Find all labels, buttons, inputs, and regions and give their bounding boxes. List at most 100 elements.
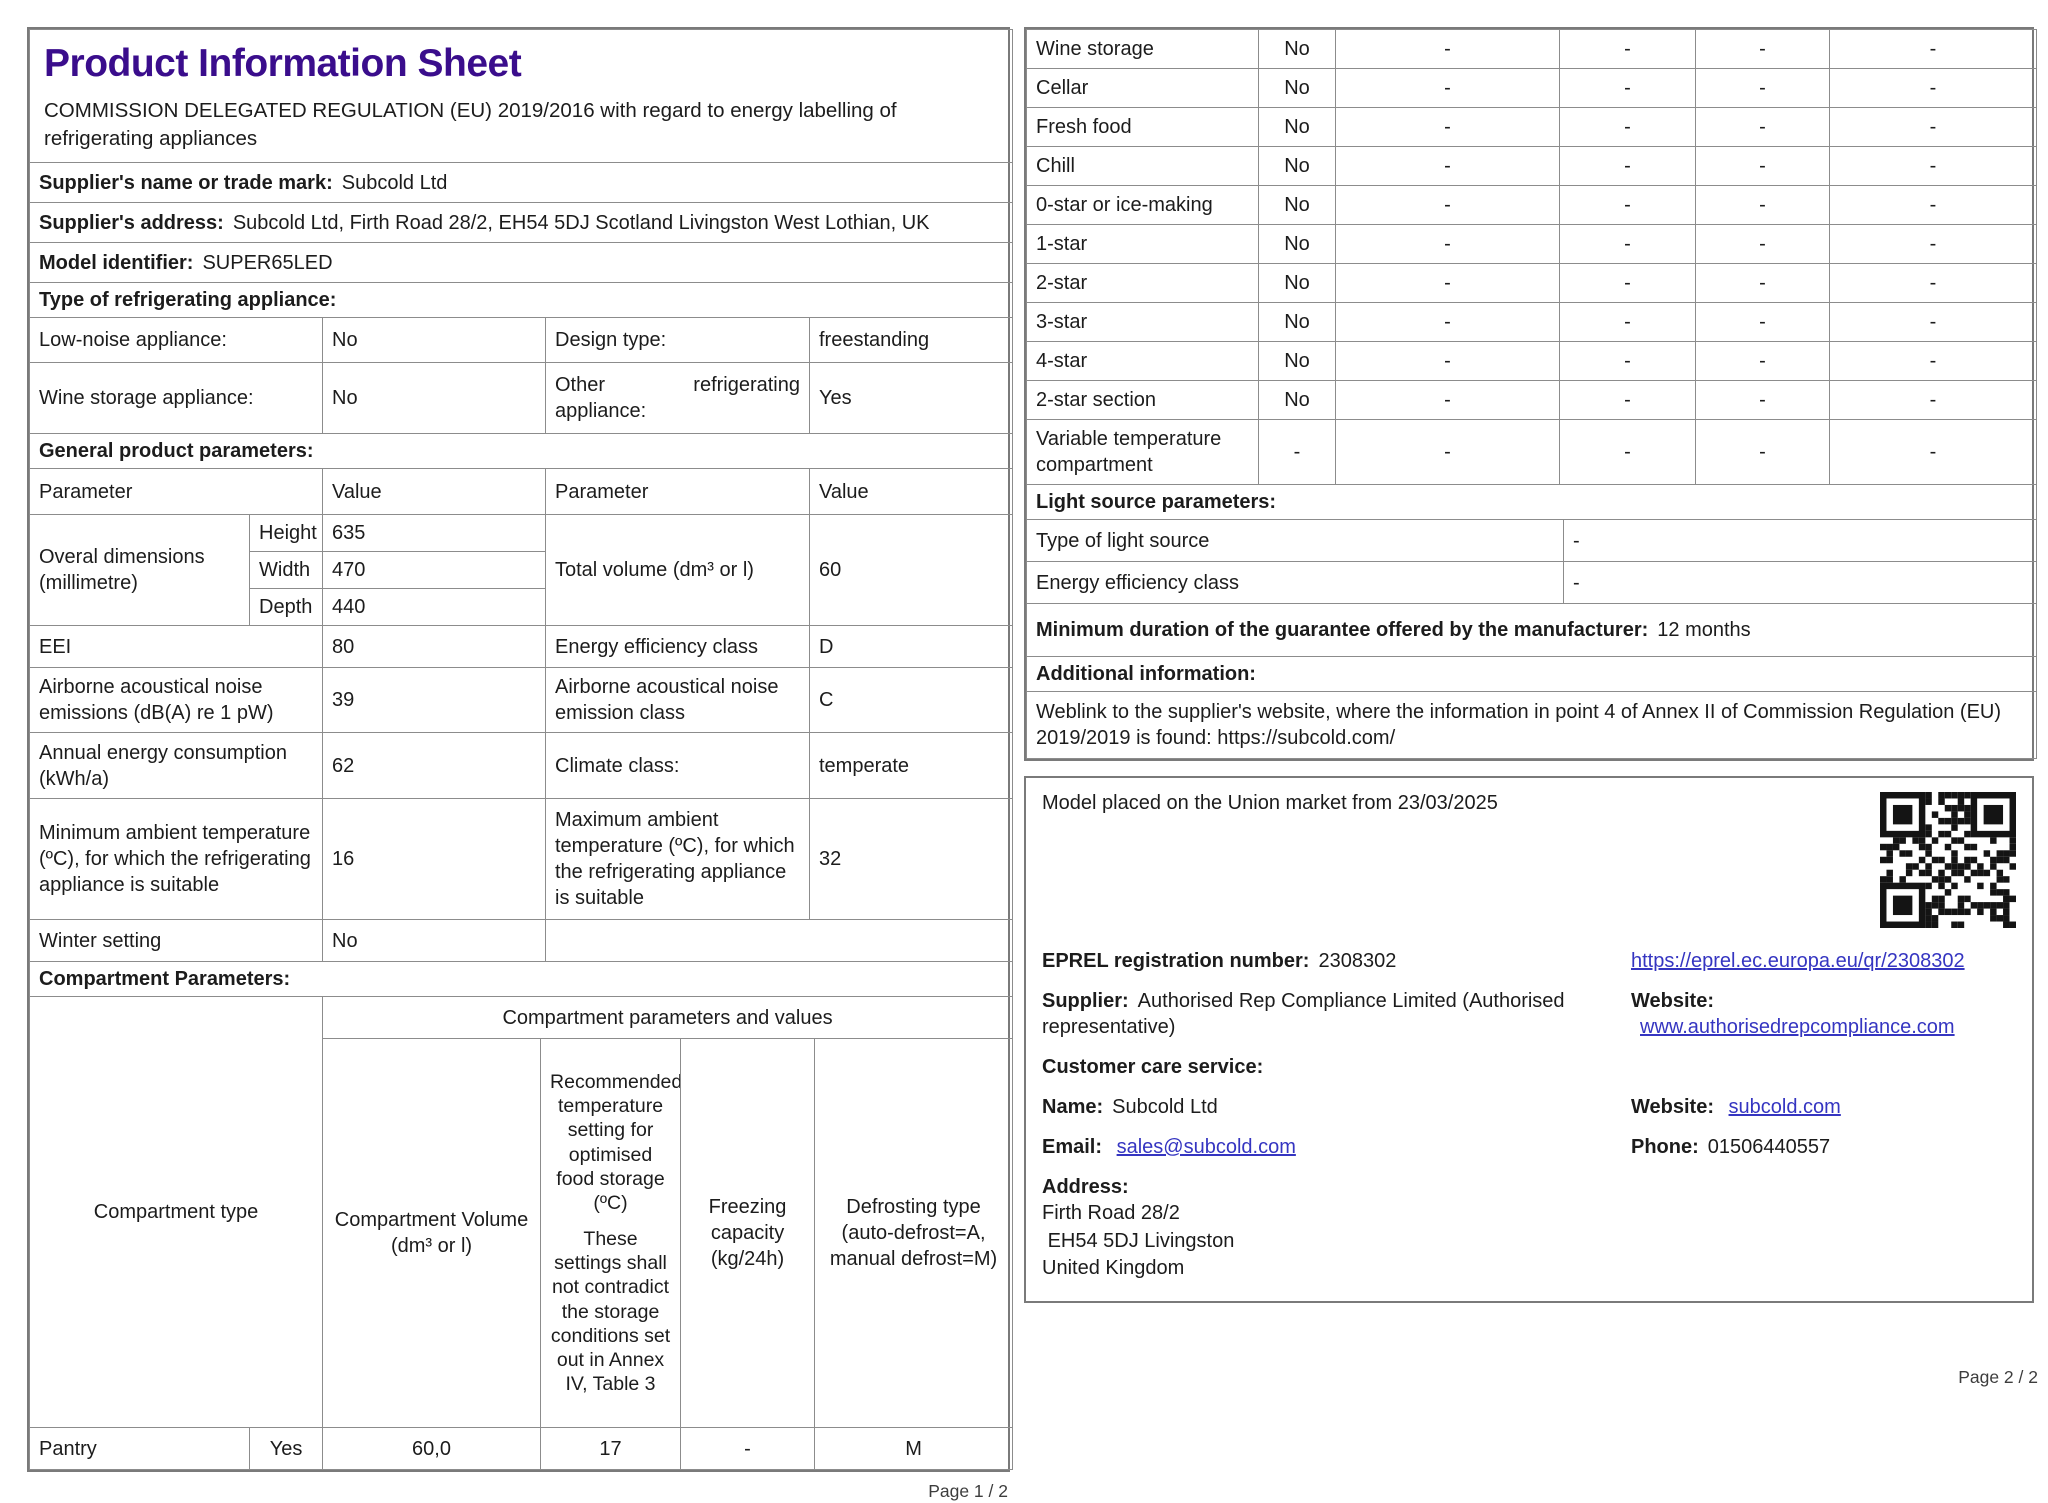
cell-value: - [1559,224,1696,264]
weblink-cell: Weblink to the supplier's website, where… [1026,691,2037,759]
email-link[interactable]: sales@subcold.com [1117,1136,1296,1158]
guarantee-table: Minimum duration of the guarantee offere… [1026,603,2037,759]
param-value: No [322,317,546,364]
care-name-value: Subcold Ltd [1112,1096,1218,1118]
cell-value: - [1829,68,2037,108]
cell-value: - [1695,29,1830,69]
registration-box: Model placed on the Union market from 23… [1024,776,2034,1303]
compartment-type-cell: Pantry [29,1427,250,1471]
additional-info-title: Additional information: [1026,656,2037,692]
compartment-row-label: 2-star section [1026,380,1259,420]
eprel-value: 2308302 [1318,950,1397,972]
compartment-group-header: Compartment parameters and values [322,996,1014,1040]
param-label: Annual energy consumption (kWh/a) [29,732,323,800]
temperature-column-header: Recommended temperature setting for opti… [540,1038,682,1429]
param-value: D [809,625,1013,669]
supplier-name-value: Subcold Ltd [341,171,448,194]
light-section-title: Light source parameters: [1026,484,2037,520]
address-label: Address: [1042,1176,1129,1198]
table-row: Supplier's address: Subcold Ltd, Firth Ro… [29,202,1013,244]
page1-number: Page 1 / 2 [928,1481,1008,1502]
table-row: Type of refrigerating appliance: [29,282,1013,319]
dimension-value: 470 [322,551,546,590]
cell-value: - [1829,302,2037,342]
cell-value: - [1559,29,1696,69]
cell-value: - [1695,224,1830,264]
phone-value: 01506440557 [1707,1136,1831,1158]
table-row: Energy efficiency class - [1026,561,2037,604]
compartment-present-cell: Yes [248,1427,324,1471]
care-name-row: Name: Subcold Ltd Website: subcold.com [1042,1094,2016,1120]
cell-value: - [1829,380,2037,420]
market-date-text: Model placed on the Union market from 23… [1042,792,1498,814]
compartment-type-header: Compartment type [28,996,324,1429]
table-row: 1-star No - - - - [1026,224,2037,264]
param-value: Yes [809,362,1013,435]
param-value: 62 [322,732,546,800]
compartment-table: Compartment type Compartment parameters … [28,996,1014,1471]
cell-value: No [1258,68,1336,108]
cell-value: - [1335,29,1560,69]
cell-value: - [1335,302,1560,342]
cell-value: - [1695,68,1830,108]
temperature-header-line1: Recommended temperature setting for opti… [550,1071,681,1214]
table-row: Type of light source - [1026,519,2037,562]
param-value: - [1563,519,2037,562]
param-label: Maximum ambient temperature (ºC), for wh… [545,798,810,921]
compartment-row-label: 1-star [1026,224,1259,264]
general-parameters-table: EEI 80 Energy efficiency class D Airborn… [29,625,1013,998]
compartment-row-label: Fresh food [1026,107,1259,147]
table-row: Winter setting No [29,919,1013,963]
table-row: Compartment Parameters: [29,961,1013,998]
dimension-name: Width [249,551,323,590]
supplier-name-label: Supplier's name or trade mark: [39,171,333,194]
cell-value: No [1258,107,1336,147]
cell-value: - [1829,224,2037,264]
cell-value: - [1258,419,1336,485]
cell-value: - [1559,380,1696,420]
cell-value: - [1695,185,1830,225]
cell-value: - [1695,302,1830,342]
param-label: Low-noise appliance: [29,317,323,364]
dimension-name: Depth [249,588,323,627]
cell-value: - [1829,341,2037,381]
compartment-volume-cell: 60,0 [322,1427,542,1471]
cell-value: - [1335,68,1560,108]
care-name-label: Name: [1042,1096,1104,1118]
param-label: Design type: [545,317,810,364]
email-label: Email: [1042,1136,1103,1158]
table-row: Additional information: [1026,656,2037,692]
light-source-table: Type of light source - Energy efficiency… [1026,519,2037,604]
page1-header-table: Product Information Sheet COMMISSION DEL… [29,28,1013,319]
compartment-row-label: Wine storage [1026,29,1259,69]
cell-value: - [1695,107,1830,147]
table-row: Fresh food No - - - - [1026,107,2037,147]
cell-value: No [1258,224,1336,264]
cell-value: - [1559,419,1696,485]
compartment-row-label: 2-star [1026,263,1259,303]
param-label: EEI [29,625,323,669]
compartment-row-label: 0-star or ice-making [1026,185,1259,225]
param-label: Type of light source [1026,519,1564,562]
param-label: Wine storage appliance: [29,362,323,435]
cell-value: - [1695,419,1830,485]
dimension-value: 635 [322,514,546,553]
eprel-link[interactable]: https://eprel.ec.europa.eu/qr/2308302 [1631,950,1965,972]
compartment-row-label: 3-star [1026,302,1259,342]
table-row: 2-star No - - - - [1026,263,2037,303]
table-row: Chill No - - - - [1026,146,2037,186]
table-row: Variable temperature compartment - - - -… [1026,419,2037,485]
param-label: Winter setting [29,919,323,963]
table-row: 2-star section No - - - - [1026,380,2037,420]
param-label: Climate class: [545,732,810,800]
supplier-website-link[interactable]: www.authorisedrepcompliance.com [1640,1016,1955,1038]
guarantee-label: Minimum duration of the guarantee offere… [1036,619,1649,641]
eprel-row: EPREL registration number: 2308302 https:… [1042,948,2016,974]
table-row: EEI 80 Energy efficiency class D [29,625,1013,669]
care-website-link[interactable]: subcold.com [1729,1096,1841,1118]
cell-value: No [1258,29,1336,69]
cell-value: - [1695,146,1830,186]
qr-code [1880,792,2016,928]
cell-value: No [1258,185,1336,225]
